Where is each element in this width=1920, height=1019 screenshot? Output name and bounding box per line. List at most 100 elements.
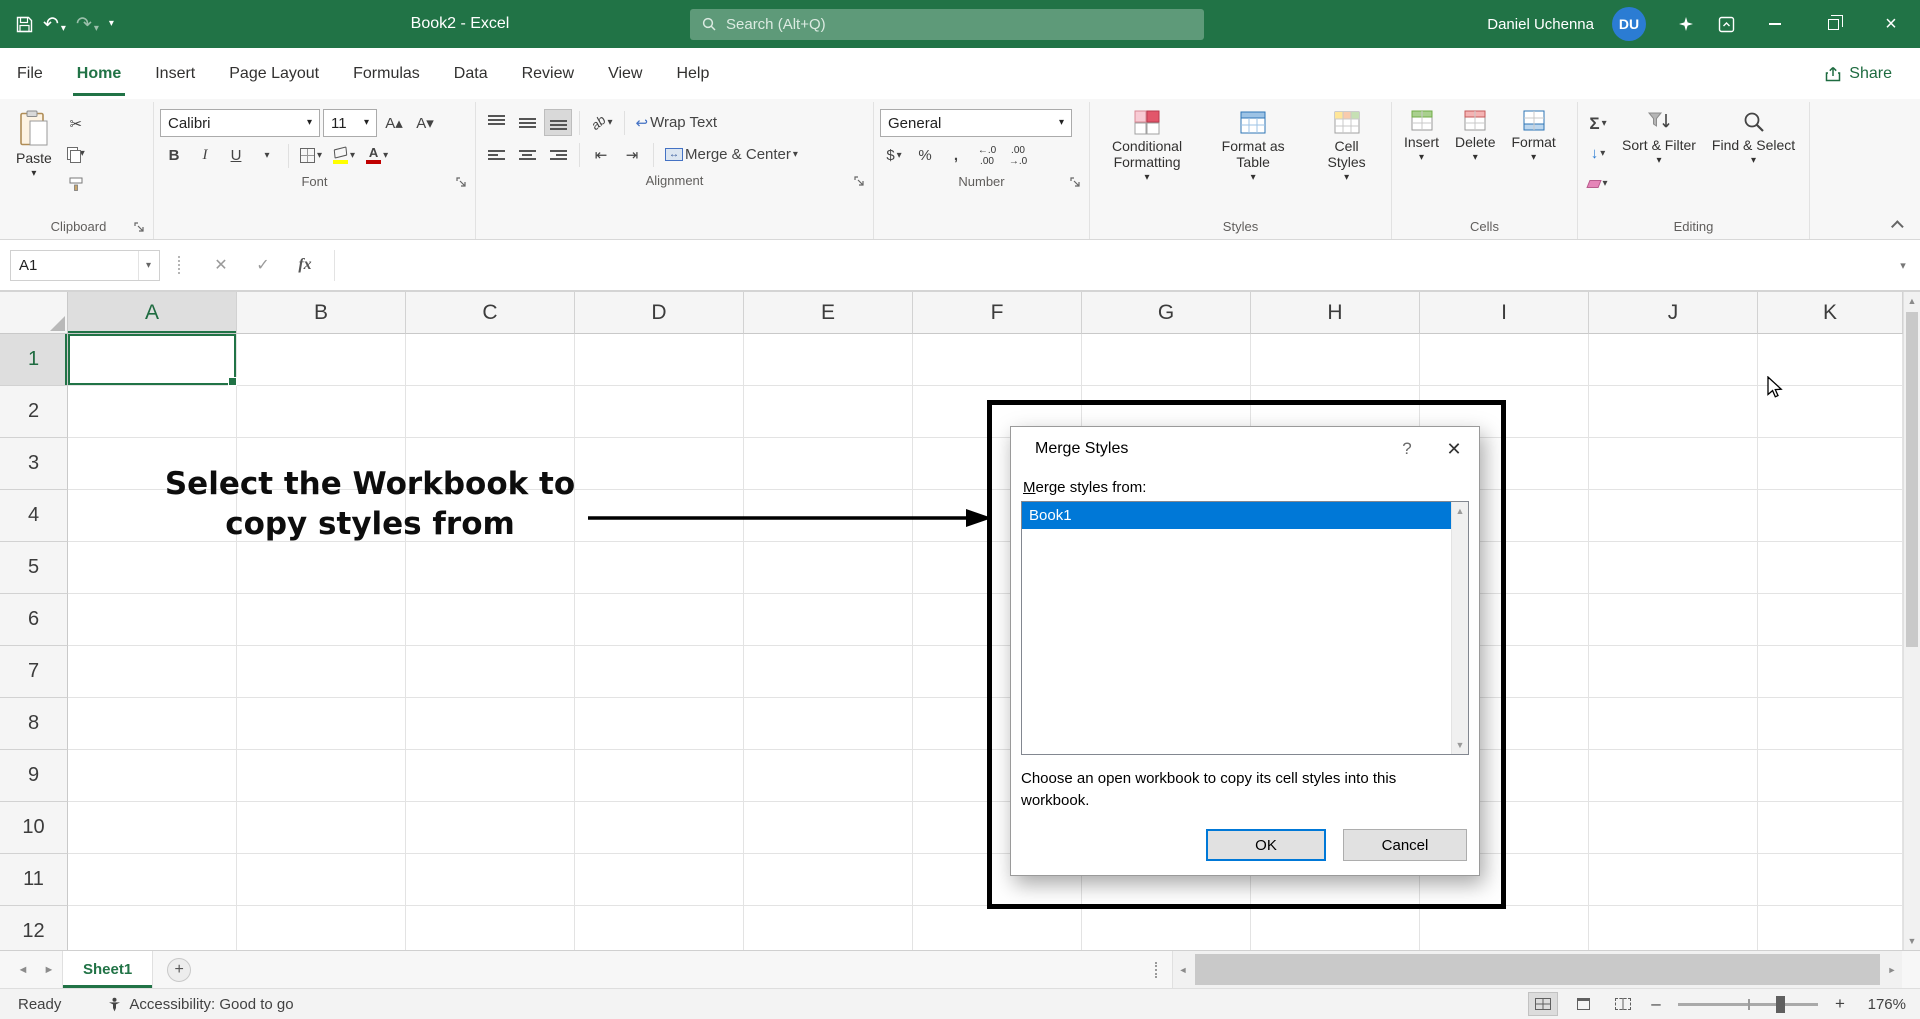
percent-style-button[interactable]: % [911, 142, 939, 169]
tab-page-layout[interactable]: Page Layout [212, 48, 336, 99]
cell-A7[interactable] [68, 646, 237, 698]
scroll-right-icon[interactable]: ► [1882, 965, 1902, 975]
row-header-6[interactable]: 6 [0, 594, 68, 646]
cell-H12[interactable] [1251, 906, 1420, 950]
paste-button[interactable]: Paste ▾ [10, 104, 58, 181]
tab-data[interactable]: Data [437, 48, 505, 99]
bold-button[interactable]: B [160, 142, 188, 169]
cell-E10[interactable] [744, 802, 913, 854]
cell-C8[interactable] [406, 698, 575, 750]
tab-home[interactable]: Home [60, 48, 138, 99]
cell-D6[interactable] [575, 594, 744, 646]
tab-insert[interactable]: Insert [138, 48, 212, 99]
tab-review[interactable]: Review [505, 48, 591, 99]
cell-C10[interactable] [406, 802, 575, 854]
insert-function-button[interactable]: fx [284, 250, 326, 281]
underline-options-button[interactable]: ▾ [253, 142, 281, 169]
merge-center-button[interactable]: ↔Merge & Center▾ [661, 141, 802, 168]
cell-K3[interactable] [1758, 438, 1903, 490]
cell-G1[interactable] [1082, 334, 1251, 386]
scroll-left-icon[interactable]: ◄ [1173, 965, 1193, 975]
cell-B10[interactable] [237, 802, 406, 854]
cell-E8[interactable] [744, 698, 913, 750]
cell-A11[interactable] [68, 854, 237, 906]
cell-C6[interactable] [406, 594, 575, 646]
cell-C9[interactable] [406, 750, 575, 802]
font-size-select[interactable]: 11▾ [323, 109, 377, 137]
horizontal-scroll-thumb[interactable] [1195, 954, 1880, 985]
cell-I1[interactable] [1420, 334, 1589, 386]
cell-E11[interactable] [744, 854, 913, 906]
share-button[interactable]: Share [1825, 48, 1892, 99]
tab-view[interactable]: View [591, 48, 659, 99]
cancel-button[interactable]: Cancel [1343, 829, 1467, 861]
font-dialog-launcher[interactable] [456, 177, 467, 188]
cell-E3[interactable] [744, 438, 913, 490]
cell-B11[interactable] [237, 854, 406, 906]
row-header-3[interactable]: 3 [0, 438, 68, 490]
column-header-G[interactable]: G [1082, 292, 1251, 334]
page-layout-view-button[interactable] [1568, 992, 1598, 1016]
dialog-title-bar[interactable]: Merge Styles ? ✕ [1011, 427, 1479, 471]
select-all-corner[interactable] [0, 292, 68, 334]
cell-K7[interactable] [1758, 646, 1903, 698]
dialog-help-button[interactable]: ? [1385, 427, 1429, 471]
ribbon-display-options-icon[interactable] [1706, 0, 1746, 48]
page-break-view-button[interactable] [1608, 992, 1638, 1016]
cell-D10[interactable] [575, 802, 744, 854]
column-header-J[interactable]: J [1589, 292, 1758, 334]
dialog-close-button[interactable]: ✕ [1429, 427, 1479, 471]
cell-C2[interactable] [406, 386, 575, 438]
cell-A10[interactable] [68, 802, 237, 854]
shrink-font-button[interactable]: A▾ [411, 110, 439, 137]
cell-B7[interactable] [237, 646, 406, 698]
align-left-button[interactable] [482, 141, 510, 168]
sparkle-icon[interactable] [1666, 0, 1706, 48]
sheet-tab-sheet1[interactable]: Sheet1 [62, 951, 153, 988]
font-name-select[interactable]: Calibri▾ [160, 109, 320, 137]
column-header-F[interactable]: F [913, 292, 1082, 334]
cell-I12[interactable] [1420, 906, 1589, 950]
name-box[interactable]: A1 ▾ [10, 250, 160, 281]
tab-scrollbar-splitter[interactable] [1155, 962, 1164, 978]
cell-D8[interactable] [575, 698, 744, 750]
row-header-1[interactable]: 1 [0, 334, 68, 386]
cut-button[interactable]: ✂ [62, 110, 90, 137]
zoom-slider-thumb[interactable] [1776, 996, 1785, 1013]
cell-D1[interactable] [575, 334, 744, 386]
cell-B8[interactable] [237, 698, 406, 750]
cell-A12[interactable] [68, 906, 237, 950]
cell-B5[interactable] [237, 542, 406, 594]
tab-file[interactable]: File [0, 48, 60, 99]
previous-sheet-icon[interactable]: ◄ [10, 964, 36, 976]
format-painter-button[interactable] [62, 170, 90, 197]
cell-C5[interactable] [406, 542, 575, 594]
formula-bar-handle[interactable] [178, 256, 182, 274]
cell-E9[interactable] [744, 750, 913, 802]
number-dialog-launcher[interactable] [1070, 177, 1081, 188]
search-box[interactable]: Search (Alt+Q) [690, 9, 1204, 40]
bottom-align-button[interactable] [544, 109, 572, 136]
cell-D3[interactable] [575, 438, 744, 490]
new-sheet-button[interactable]: + [167, 958, 191, 982]
cell-C12[interactable] [406, 906, 575, 950]
column-header-K[interactable]: K [1758, 292, 1903, 334]
cell-J11[interactable] [1589, 854, 1758, 906]
borders-button[interactable]: ▾ [296, 142, 326, 169]
clear-button[interactable]: ▾ [1584, 170, 1612, 197]
wrap-text-button[interactable]: ↩Wrap Text [632, 109, 722, 136]
underline-button[interactable]: U [222, 142, 250, 169]
decrease-indent-button[interactable]: ⇤ [587, 141, 615, 168]
format-as-table-button[interactable]: Format as Table ▾ [1202, 104, 1304, 185]
alignment-dialog-launcher[interactable] [854, 176, 865, 187]
cell-styles-button[interactable]: Cell Styles ▾ [1308, 104, 1385, 185]
font-color-button[interactable]: A▾ [362, 142, 392, 169]
undo-button[interactable]: ↶▾ [43, 15, 66, 34]
next-sheet-icon[interactable]: ► [36, 964, 62, 976]
row-header-9[interactable]: 9 [0, 750, 68, 802]
expand-formula-bar-button[interactable]: ▾ [1886, 250, 1920, 281]
customize-qat-button[interactable]: ▾ [109, 19, 114, 29]
cell-A5[interactable] [68, 542, 237, 594]
accounting-format-button[interactable]: $▾ [880, 142, 908, 169]
comma-style-button[interactable]: , [942, 142, 970, 169]
